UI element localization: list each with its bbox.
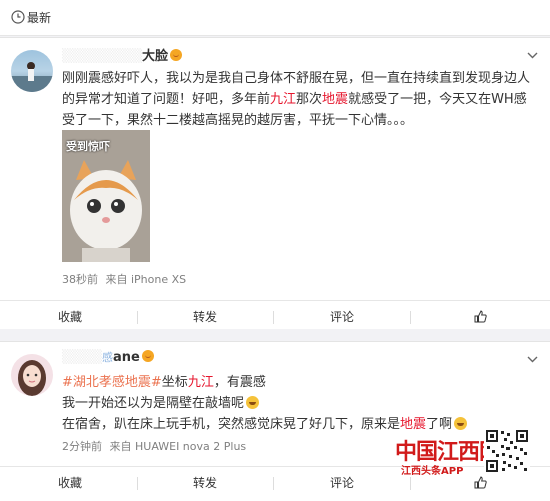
feed-header: 最新	[0, 0, 550, 36]
vip-badge-icon	[141, 350, 154, 362]
chevron-down-icon[interactable]	[527, 356, 538, 363]
post-source: 来自 HUAWEI nova 2 Plus	[109, 440, 247, 453]
favorite-button[interactable]: 收藏	[30, 467, 110, 499]
avatar[interactable]	[11, 354, 53, 396]
link-dizhen[interactable]: 地震	[322, 92, 348, 107]
chevron-down-icon[interactable]	[527, 52, 538, 59]
post-card: ▒▒▒▒感ane #湖北孝感地震#坐标九江，有震感 我一开始还以为是隔壁在敲墙呢…	[0, 341, 550, 501]
topic-link[interactable]: #湖北孝感地震#	[62, 375, 162, 390]
username[interactable]: ▒▒▒▒▒▒▒▒大脸	[62, 45, 182, 64]
post-meta: 2分钟前 来自 HUAWEI nova 2 Plus	[62, 438, 246, 454]
site-watermark: 中国江西网 江西头条APP	[395, 434, 501, 477]
comment-button[interactable]: 评论	[302, 301, 382, 333]
location-link[interactable]: 九江	[188, 375, 214, 390]
clock-icon	[11, 10, 25, 24]
link-jiujiang[interactable]: 九江	[270, 92, 296, 107]
post-text: 刚刚震感好吓人，我以为是我自己身体不舒服在晃，但一直在持续直到发现身边人的异常才…	[62, 71, 531, 128]
favorite-button[interactable]: 收藏	[30, 301, 110, 333]
feed-title: 最新	[27, 11, 52, 25]
comment-button[interactable]: 评论	[302, 467, 382, 499]
post-meta: 38秒前 来自 iPhone XS	[62, 271, 186, 287]
vip-badge-icon	[170, 49, 182, 61]
post-time[interactable]: 2分钟前	[62, 440, 102, 453]
repost-button[interactable]: 转发	[165, 467, 245, 499]
post-card: ▒▒▒▒▒▒▒▒大脸 刚刚震感好吓人，我以为是我自己身体不舒服在晃，但一直在持续…	[0, 37, 550, 329]
link-dizhen[interactable]: 地震	[400, 417, 426, 432]
post-image[interactable]: 受到惊吓	[62, 130, 150, 262]
image-caption: 受到惊吓	[66, 140, 110, 153]
like-icon[interactable]	[474, 476, 487, 489]
post-time[interactable]: 38秒前	[62, 273, 98, 286]
repost-button[interactable]: 转发	[165, 301, 245, 333]
post-source: 来自 iPhone XS	[105, 273, 187, 286]
action-bar: 收藏 转发 评论	[0, 300, 550, 333]
watermark-subtitle: 江西头条APP	[401, 466, 464, 477]
avatar[interactable]	[11, 50, 53, 92]
laugh-emoji-icon	[246, 396, 260, 409]
qr-code-icon	[484, 428, 530, 474]
post-text: #湖北孝感地震#坐标九江，有震感 我一开始还以为是隔壁在敲墙呢 在宿舍，趴在床上…	[62, 372, 532, 435]
username[interactable]: ▒▒▒▒感ane	[62, 349, 154, 365]
like-icon[interactable]	[474, 310, 487, 323]
laugh-emoji-icon	[454, 417, 468, 430]
